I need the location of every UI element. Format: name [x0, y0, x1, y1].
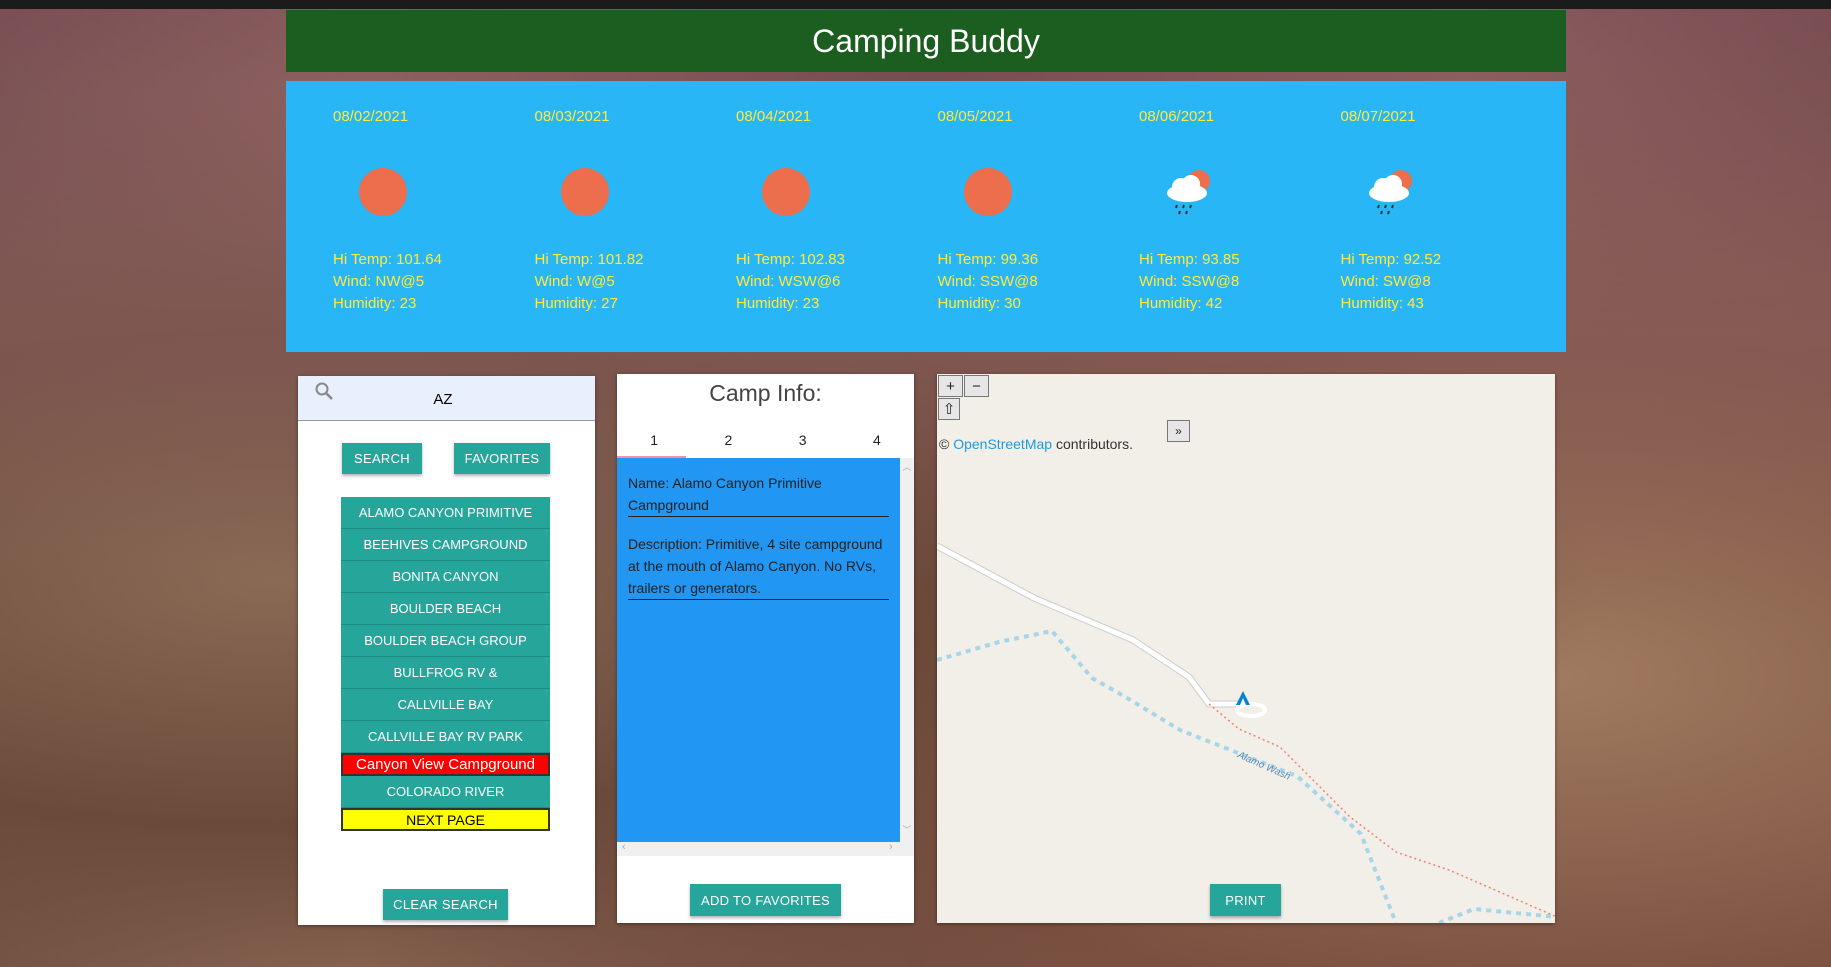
- search-bar: [298, 376, 595, 421]
- add-to-favorites-button[interactable]: ADD TO FAVORITES: [690, 884, 841, 916]
- forecast-date: 08/04/2021: [736, 108, 812, 125]
- camp-info-title: Camp Info:: [709, 380, 822, 406]
- humidity: Humidity: 27: [534, 295, 618, 312]
- vertical-scrollbar[interactable]: ︿ ﹀: [900, 458, 914, 842]
- home-button[interactable]: ⇧: [938, 398, 960, 420]
- search-icon: [315, 382, 333, 400]
- campground-item[interactable]: CALLVILLE BAY RV PARK: [341, 721, 550, 753]
- campground-item[interactable]: COLORADO RIVER: [341, 776, 550, 808]
- openstreetmap-link[interactable]: OpenStreetMap: [953, 436, 1052, 452]
- hi-temp: Hi Temp: 92.52: [1340, 251, 1442, 268]
- zoom-out-button[interactable]: −: [964, 375, 989, 397]
- stream: [1438, 906, 1555, 923]
- campground-item[interactable]: CALLVILLE BAY: [341, 689, 550, 721]
- tab-3[interactable]: 3: [766, 420, 840, 458]
- wind: Wind: WSW@6: [736, 273, 841, 290]
- campground-list: ALAMO CANYON PRIMITIVE BEEHIVES CAMPGROUN…: [341, 497, 550, 831]
- wind: Wind: SSW@8: [937, 273, 1038, 290]
- humidity: Humidity: 42: [1139, 295, 1223, 312]
- wind: Wind: W@5: [534, 273, 615, 290]
- browser-top-bar: [0, 0, 1831, 9]
- app-header: Camping Buddy: [286, 10, 1566, 72]
- rain-cloud-sun-icon: [1167, 170, 1210, 215]
- forecast-date: 08/06/2021: [1139, 108, 1215, 125]
- app-title: Camping Buddy: [812, 22, 1040, 59]
- camp-description: Description: Primitive, 4 site campgroun…: [628, 533, 889, 600]
- tab-1[interactable]: 1: [617, 420, 691, 458]
- search-input[interactable]: [338, 384, 548, 414]
- forecast-date: 08/02/2021: [333, 108, 409, 125]
- hi-temp: Hi Temp: 93.85: [1139, 251, 1240, 268]
- humidity: Humidity: 30: [937, 295, 1021, 312]
- humidity: Humidity: 23: [333, 295, 417, 312]
- search-button[interactable]: SEARCH: [342, 443, 422, 474]
- wind: Wind: SSW@8: [1139, 273, 1240, 290]
- zoom-in-button[interactable]: +: [938, 375, 963, 397]
- road: [937, 543, 1240, 707]
- tab-2[interactable]: 2: [691, 420, 765, 458]
- rain-cloud-sun-icon: [1368, 170, 1412, 215]
- campground-item[interactable]: BOULDER BEACH GROUP: [341, 625, 550, 657]
- sun-icon: [359, 168, 407, 216]
- campground-item[interactable]: BULLFROG RV &: [341, 657, 550, 689]
- clear-search-button[interactable]: CLEAR SEARCH: [383, 889, 508, 920]
- campground-item[interactable]: BONITA CANYON: [341, 561, 550, 593]
- wind: Wind: SW@8: [1340, 273, 1431, 290]
- forecast-date: 08/07/2021: [1340, 108, 1416, 125]
- hi-temp: Hi Temp: 102.83: [736, 251, 845, 268]
- favorites-button[interactable]: FAVORITES: [454, 443, 550, 474]
- camp-info-panel: Camp Info: 1 2 3 4 Name: Alamo Canyon Pr…: [617, 374, 914, 923]
- wind: Wind: NW@5: [333, 273, 425, 290]
- campground-item[interactable]: BEEHIVES CAMPGROUND: [341, 529, 550, 561]
- tab-4[interactable]: 4: [840, 420, 914, 458]
- map[interactable]: Alamo Wash + − ⇧ » © OpenStreetMap contr…: [937, 374, 1555, 923]
- campground-item-selected[interactable]: Canyon View Campground: [341, 753, 550, 776]
- map-canvas: Alamo Wash: [937, 542, 1555, 923]
- campground-item[interactable]: ALAMO CANYON PRIMITIVE: [341, 497, 550, 529]
- hi-temp: Hi Temp: 101.82: [534, 251, 644, 268]
- sun-icon: [762, 168, 810, 216]
- print-button[interactable]: PRINT: [1210, 884, 1281, 916]
- forecast-date: 08/03/2021: [534, 108, 610, 125]
- forecast-panel: 08/02/2021 Hi Temp: 101.64 Wind: NW@5 Humi…: [286, 81, 1566, 352]
- attribution-text: contributors.: [1055, 436, 1133, 452]
- next-page-button[interactable]: NEXT PAGE: [341, 808, 550, 831]
- road-loop: [1235, 702, 1267, 718]
- sun-icon: [560, 168, 609, 216]
- forecast-date: 08/05/2021: [937, 108, 1013, 125]
- hi-temp: Hi Temp: 99.36: [937, 251, 1039, 268]
- camp-name: Name: Alamo Canyon Primitive Campground: [628, 472, 889, 517]
- stream: [937, 628, 1398, 923]
- camp-info-content: Name: Alamo Canyon Primitive Campground …: [617, 458, 900, 842]
- humidity: Humidity: 43: [1340, 295, 1424, 312]
- map-attribution: © OpenStreetMap contributors.: [939, 436, 1133, 452]
- horizontal-scrollbar[interactable]: ‹ ›: [617, 841, 914, 856]
- sun-icon: [963, 168, 1012, 216]
- humidity: Humidity: 23: [736, 295, 820, 312]
- campground-item[interactable]: BOULDER BEACH: [341, 593, 550, 625]
- search-panel: SEARCH FAVORITES ALAMO CANYON PRIMITIVEB…: [298, 376, 595, 925]
- camp-tabs: 1 2 3 4: [617, 420, 914, 458]
- wash-label: Alamo Wash: [1235, 749, 1292, 783]
- copyright-symbol: ©: [939, 436, 950, 452]
- hi-temp: Hi Temp: 101.64: [333, 251, 442, 268]
- expand-attribution-button[interactable]: »: [1167, 420, 1190, 442]
- campsite-icon: [1236, 691, 1250, 705]
